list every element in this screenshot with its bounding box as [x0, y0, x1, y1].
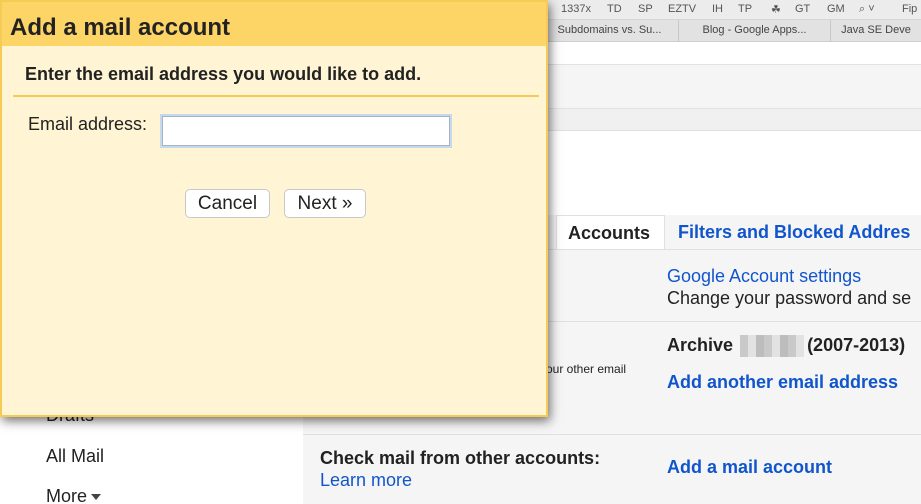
bookmark-fip[interactable]: Fip	[902, 3, 917, 15]
browser-tab-java[interactable]: Java SE Deve	[830, 20, 921, 42]
nav-more[interactable]: More	[46, 486, 102, 504]
cancel-button[interactable]: Cancel	[185, 189, 270, 218]
tab-filters-blocked[interactable]: Filters and Blocked Addres	[678, 222, 910, 243]
google-account-settings-link[interactable]: Google Account settings	[667, 266, 861, 287]
email-address-input[interactable]	[162, 116, 450, 146]
dialog-body: Enter the email address you would like t…	[8, 48, 544, 415]
archive-years: (2007-2013)	[807, 335, 906, 355]
settings-divider	[303, 434, 921, 435]
nav-all-mail[interactable]: All Mail	[46, 446, 104, 467]
bookmark-1337x[interactable]: 1337x	[561, 3, 591, 15]
next-button[interactable]: Next »	[284, 189, 366, 218]
bookmark-sp[interactable]: SP	[638, 3, 653, 15]
archive-prefix: Archive	[667, 335, 734, 355]
learn-more-link[interactable]: Learn more	[320, 470, 412, 491]
chevron-down-icon	[91, 494, 102, 501]
email-address-label: Email address:	[28, 114, 148, 134]
browser-tab-subdomains[interactable]: Subdomains vs. Su...	[540, 20, 678, 42]
dialog-divider	[13, 95, 539, 97]
add-mail-account-link[interactable]: Add a mail account	[667, 457, 832, 478]
dialog-instruction: Enter the email address you would like t…	[25, 64, 422, 84]
screen: 1337x TD SP EZTV IH TP ☘ GT GM ⌕ ˅ Fip S…	[0, 0, 921, 504]
bookmark-gm[interactable]: GM	[827, 3, 845, 15]
bookmark-tp[interactable]: TP	[738, 3, 752, 15]
archive-account-label: Archive (2007-2013)	[667, 335, 906, 358]
add-another-email-link[interactable]: Add another email address	[667, 372, 898, 393]
bookmark-eztv[interactable]: EZTV	[668, 3, 696, 15]
bookmark-td[interactable]: TD	[607, 3, 622, 15]
bookmark-leaf-icon[interactable]: ☘	[771, 3, 781, 16]
change-password-text: Change your password and se	[667, 288, 912, 308]
bookmark-gt[interactable]: GT	[795, 3, 810, 15]
browser-tab-blog[interactable]: Blog - Google Apps...	[678, 20, 830, 42]
check-mail-label: Check mail from other accounts:	[320, 448, 601, 468]
bookmark-ih[interactable]: IH	[712, 3, 723, 15]
dialog-title: Add a mail account	[2, 2, 546, 46]
bookmark-search-icon[interactable]: ⌕ ˅	[859, 3, 875, 16]
nav-more-label: More	[46, 486, 88, 504]
redacted-name	[740, 335, 805, 358]
add-mail-account-dialog: Add a mail account Enter the email addre…	[0, 0, 548, 417]
tab-accounts[interactable]: Accounts	[556, 215, 665, 249]
other-email-fragment: our other email	[546, 362, 627, 376]
